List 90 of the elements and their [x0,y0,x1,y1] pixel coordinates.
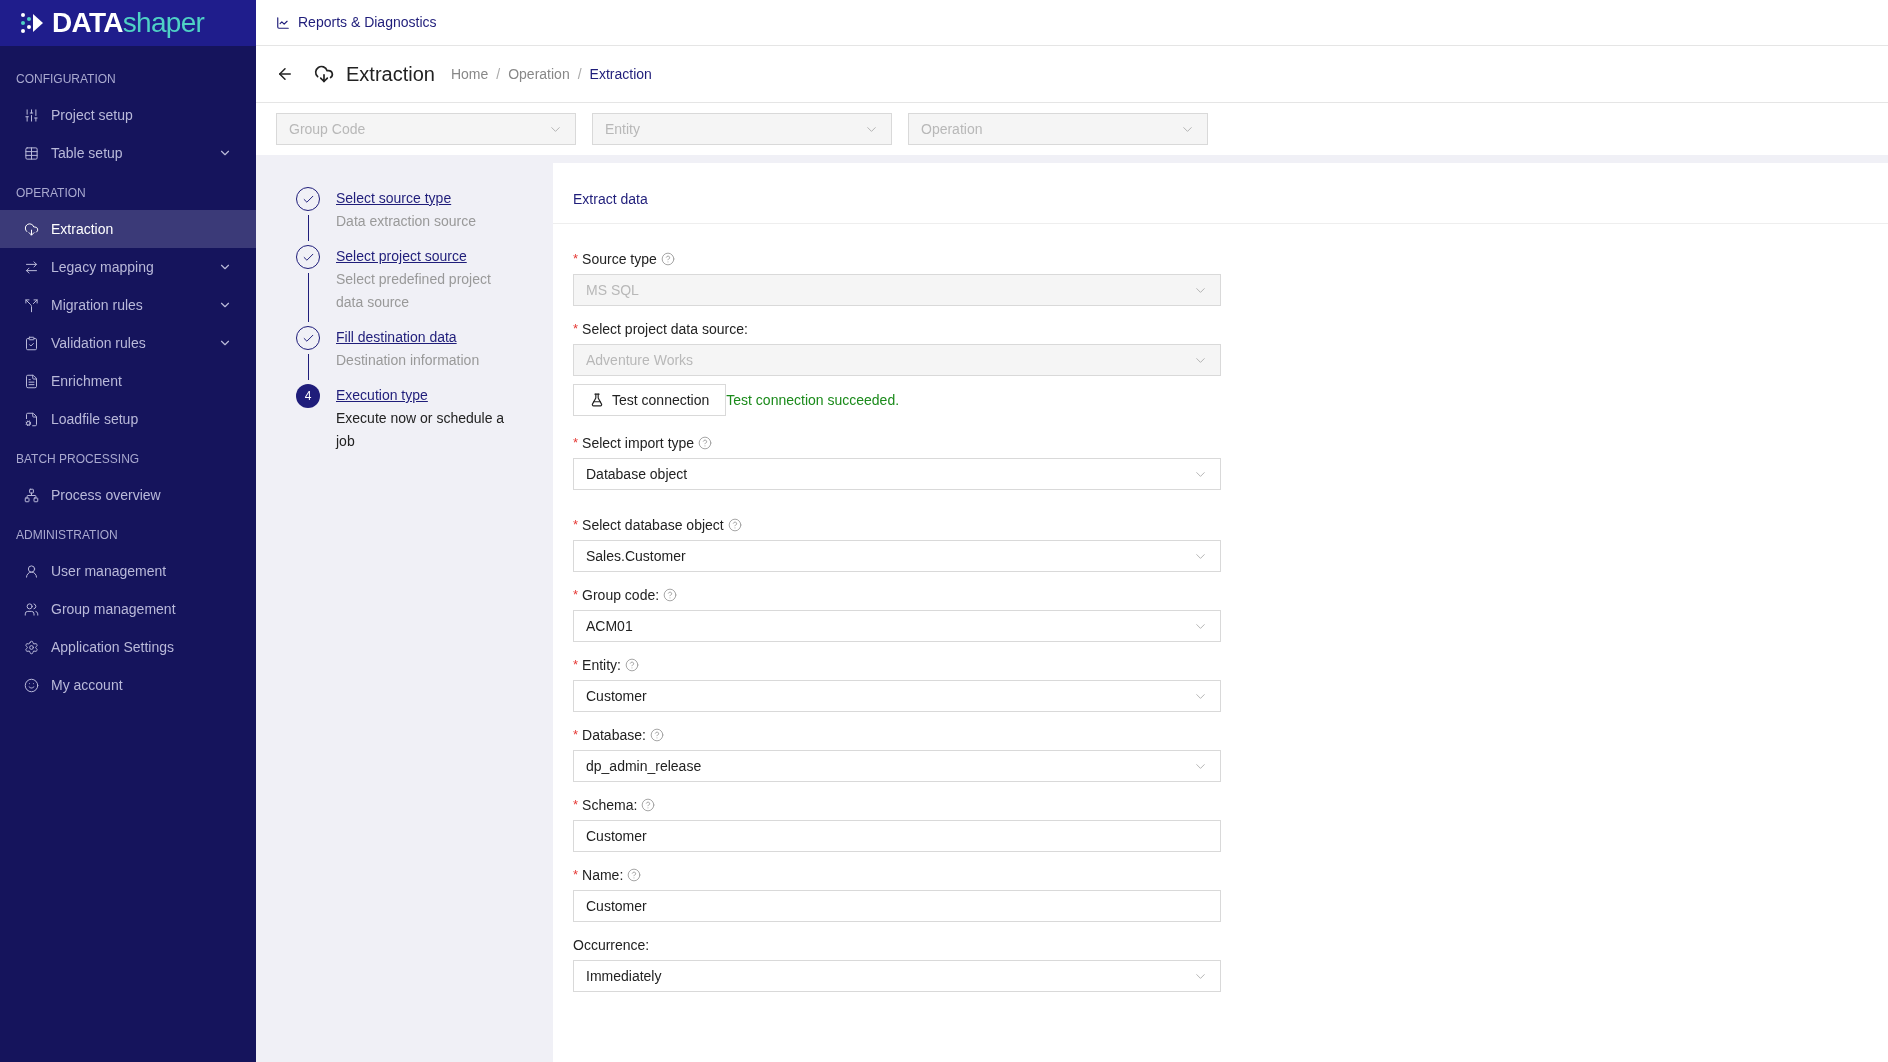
field-label: Occurrence: [573,935,650,955]
cloud-download-icon [314,64,334,84]
step-link[interactable]: Select project source [336,245,506,268]
help-icon[interactable] [727,518,742,532]
table-icon [24,145,39,161]
help-icon[interactable] [649,728,664,742]
required-mark: * [573,516,579,535]
step-link[interactable]: Execution type [336,384,506,407]
reports-link[interactable]: Reports & Diagnostics [276,12,437,33]
chart-line-icon [276,15,290,30]
required-mark: * [573,866,579,885]
select-field[interactable]: dp_admin_release [573,750,1221,782]
users-icon [24,601,39,617]
field-label: Source type [582,249,657,269]
sidebar-item[interactable]: Enrichment [0,362,256,400]
sliders-icon [24,107,39,123]
step-description: Select predefined project data source [336,270,492,312]
flask-icon [590,393,604,407]
user-icon [24,563,39,579]
select-field[interactable]: Customer [573,680,1221,712]
section-title: CONFIGURATION [15,71,117,88]
field-label: Select import type [582,433,695,453]
page-title: Extraction [346,62,435,87]
section-title: OPERATION [15,185,87,202]
breadcrumb-separator: / [496,64,501,84]
field-label: Group code: [582,585,660,605]
sidebar-item[interactable]: User management [0,552,256,590]
help-icon[interactable] [663,588,678,602]
select-field[interactable]: Immediately [573,960,1221,992]
logo[interactable]: DATAshaper [0,0,256,46]
field-label: Name: [582,865,624,885]
required-mark: * [573,320,579,339]
step-link[interactable]: Fill destination data [336,326,506,349]
document-icon [24,373,39,389]
breadcrumb-link[interactable]: Operation [508,63,570,85]
select-field[interactable]: ACM01 [573,610,1221,642]
logo-text: DATAshaper [52,9,205,37]
sidebar-item[interactable]: Group management [0,590,256,628]
sidebar-item[interactable]: Application Settings [0,628,256,666]
step-description: Destination information [336,351,481,370]
select-field[interactable]: Database object [573,458,1221,490]
step-description: Data extraction source [336,212,478,231]
cloud-download-icon [24,221,39,237]
field-label: Entity: [582,655,621,675]
sidebar-item[interactable]: Loadfile setup [0,400,256,438]
field-label: Select project data source: [582,319,748,339]
field-label: Select database object [582,515,724,535]
hierarchy-icon [24,487,39,503]
sidebar-item[interactable]: Project setup [0,96,256,134]
smile-icon [24,677,39,693]
step-link[interactable]: Select source type [336,187,506,210]
logo-icon [20,12,44,34]
required-mark: * [573,796,579,815]
input-field[interactable]: Customer [573,890,1221,922]
sidebar-item[interactable]: Extraction [0,210,256,248]
split-icon [24,297,39,313]
select-field[interactable]: Sales.Customer [573,540,1221,572]
field-label: Database: [582,725,646,745]
sidebar-item[interactable]: Process overview [0,476,256,514]
help-icon[interactable] [627,868,642,882]
settings-icon [24,639,39,655]
success-message: Test connection succeeded. [726,390,900,410]
sidebar-item[interactable]: Validation rules [0,324,256,362]
help-icon[interactable] [641,798,656,812]
clipboard-check-icon [24,335,39,351]
sidebar-item[interactable]: Migration rules [0,286,256,324]
input-field[interactable]: Customer [573,820,1221,852]
required-mark: * [573,726,579,745]
arrows-icon [24,259,39,275]
field-label: Schema: [582,795,638,815]
required-mark: * [573,434,579,453]
section-title: BATCH PROCESSING [15,451,141,468]
breadcrumb-link[interactable]: Home [450,63,489,85]
breadcrumb-link[interactable]: Extraction [589,63,652,85]
help-icon[interactable] [624,658,639,672]
help-icon[interactable] [698,436,713,450]
required-mark: * [573,586,579,605]
sidebar-item[interactable]: Legacy mapping [0,248,256,286]
sidebar-item[interactable]: Table setup [0,134,256,172]
section-title: ADMINISTRATION [15,527,119,544]
breadcrumb-separator: / [577,64,582,84]
required-mark: * [573,250,579,269]
test-connection-button[interactable]: Test connection [573,384,727,416]
step-number: 4 [296,384,320,408]
sidebar-item[interactable]: My account [0,666,256,704]
file-gear-icon [24,411,39,427]
back-icon[interactable] [276,65,294,83]
step-description: Execute now or schedule a job [336,409,506,451]
form-title: Extract data [573,191,648,207]
required-mark: * [573,656,579,675]
